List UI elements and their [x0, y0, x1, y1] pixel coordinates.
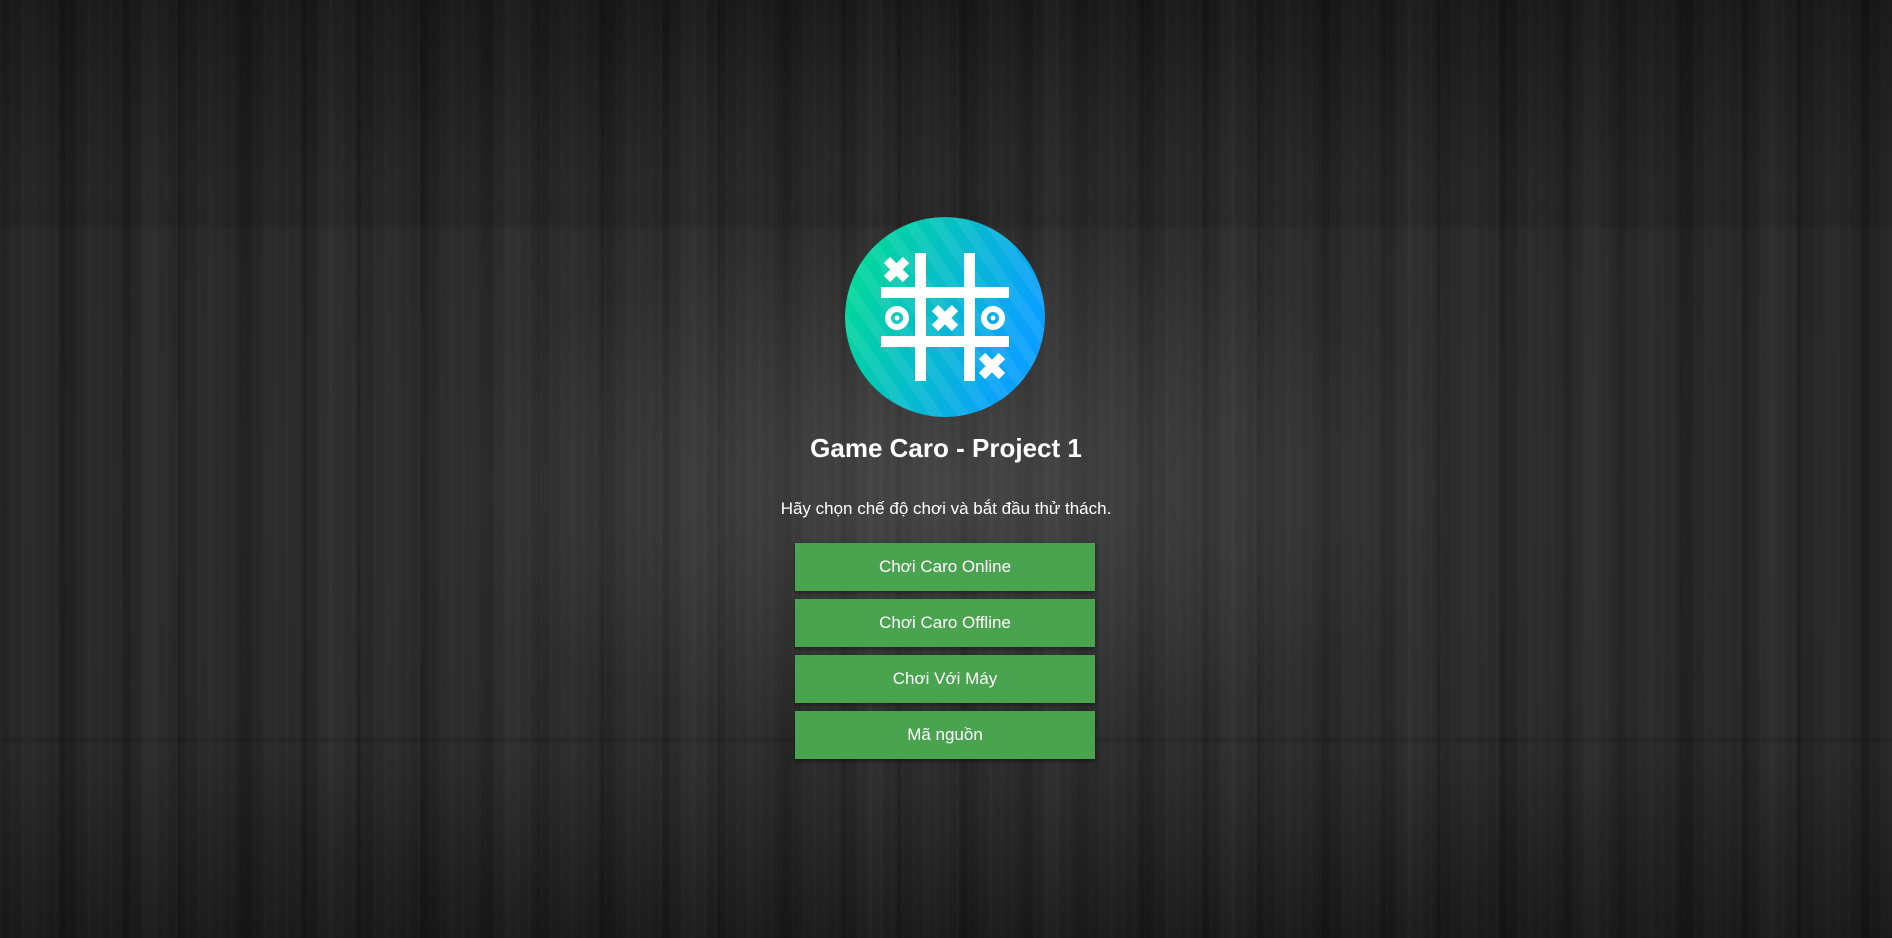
game-subtitle: Hãy chọn chế độ chơi và bắt đầu thử thác…: [780, 499, 1112, 518]
tic-tac-toe-logo-icon: [845, 217, 1045, 417]
play-online-button[interactable]: Chơi Caro Online: [795, 543, 1095, 591]
play-vs-computer-button[interactable]: Chơi Với Máy: [795, 655, 1095, 703]
source-code-button[interactable]: Mã nguồn: [795, 711, 1095, 759]
main-menu: Game Caro - Project 1 Hãy chọn chế độ ch…: [0, 0, 1892, 938]
play-offline-button[interactable]: Chơi Caro Offline: [795, 599, 1095, 647]
game-title: Game Caro - Project 1: [810, 433, 1082, 463]
